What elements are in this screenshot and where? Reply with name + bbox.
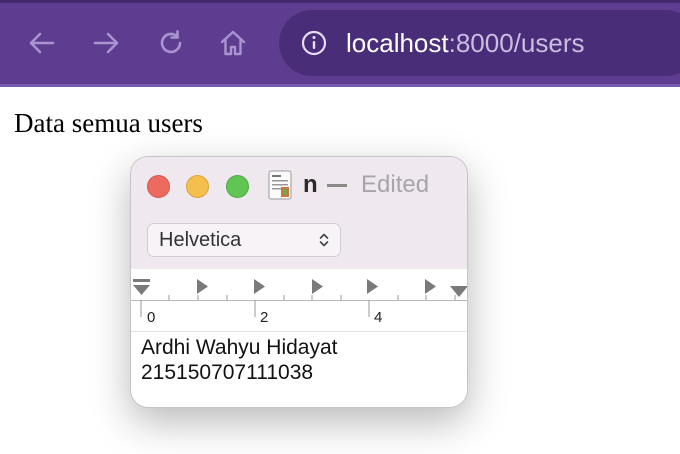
arrow-left-icon	[29, 32, 55, 54]
arrow-right-icon	[93, 32, 119, 54]
edited-status: Edited	[361, 171, 430, 198]
reload-button[interactable]	[156, 28, 186, 58]
document-icon	[267, 170, 293, 200]
minimize-button[interactable]	[186, 175, 209, 198]
chevron-updown-icon	[319, 233, 329, 247]
url-path: :8000/users	[448, 28, 585, 58]
url-host: localhost	[346, 28, 449, 58]
close-button[interactable]	[147, 175, 170, 198]
title-separator	[327, 184, 347, 187]
home-button[interactable]	[218, 28, 248, 58]
home-icon	[220, 30, 246, 56]
font-family-value: Helvetica	[159, 229, 242, 251]
zoom-button[interactable]	[226, 175, 249, 198]
ruler[interactable]: 0 2 4	[131, 269, 467, 332]
toolbar-bottom-edge	[0, 84, 680, 87]
document-line: 215150707111038	[141, 361, 314, 384]
reload-icon	[160, 30, 182, 54]
ruler-marks	[133, 279, 467, 317]
back-button[interactable]	[27, 28, 57, 58]
font-family-select[interactable]: Helvetica	[147, 223, 341, 257]
page-heading: Data semua users	[14, 108, 203, 138]
document-text-area[interactable]: Ardhi Wahyu Hidayat 215150707111038	[141, 335, 461, 385]
site-info-icon[interactable]	[301, 30, 327, 56]
document-line: Ardhi Wahyu Hidayat	[141, 336, 338, 359]
ruler-label-0: 0	[147, 309, 156, 326]
forward-button[interactable]	[91, 28, 121, 58]
ruler-label-4: 4	[374, 309, 383, 326]
window-title: n	[303, 171, 318, 198]
address-url[interactable]: localhost:8000/users	[346, 25, 585, 61]
textedit-window: n Edited Helvetica 0 2 4 Ardhi Wahyu Hid…	[130, 156, 468, 408]
ruler-label-2: 2	[260, 309, 269, 326]
